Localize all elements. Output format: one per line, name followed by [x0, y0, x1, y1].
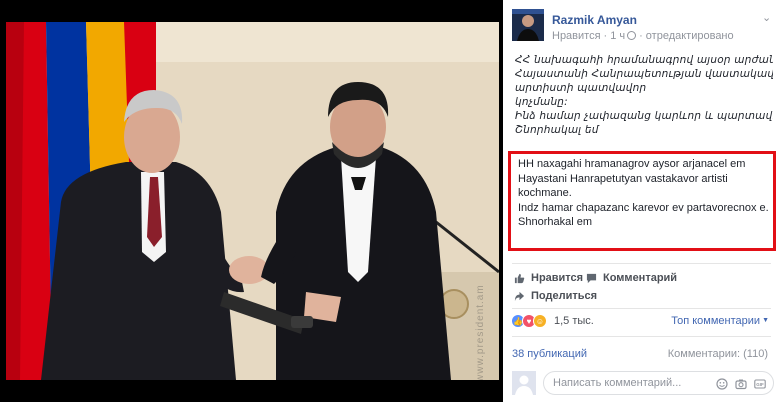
armenian-line: արտիստի պատվավոր — [515, 82, 647, 94]
armenian-line: ՀՀ նախագահի հրամանագրով այսօր արժանացել … — [515, 54, 773, 66]
translit-line: Hayastani Hanrapetutyan vastakavor artis… — [518, 172, 728, 185]
default-avatar-icon — [512, 371, 536, 395]
like-button[interactable]: Нравится — [514, 272, 583, 284]
armenian-line: կոչմանը: — [515, 96, 568, 108]
post-text-transliteration: HH naxagahi hramanagrov aysor arjanacel … — [518, 157, 774, 230]
photo-watermark: www.president.am — [475, 284, 486, 380]
avatar-image — [512, 9, 544, 41]
share-label: Поделиться — [531, 290, 598, 302]
armenian-line: Շնորհակալ եմ — [515, 124, 599, 136]
publications-link[interactable]: 38 публикаций — [512, 348, 587, 360]
translit-line: Indz hamar chapazanc karevor ev partavor… — [518, 201, 769, 214]
photo-viewer: www.president.am — [0, 0, 503, 402]
armenian-line: Հայաստանի Հանրապետության վաստակավոր — [515, 68, 773, 80]
post-meta: Нравится · 1 ч · отредактировано — [552, 30, 734, 42]
author-name[interactable]: Razmik Amyan — [552, 13, 637, 27]
post-photo[interactable]: www.president.am — [6, 22, 499, 380]
photo-illustration — [6, 22, 499, 380]
globe-icon — [627, 31, 637, 40]
reaction-count[interactable]: 1,5 тыс. — [554, 315, 594, 327]
translit-line: Shnorhakal em — [518, 216, 592, 228]
gif-icon[interactable]: GIF — [754, 377, 766, 389]
user-avatar[interactable] — [512, 371, 536, 395]
comment-icon — [586, 273, 597, 283]
armenian-line: Ինձ համար չափազանց կարևոր և պարտավորեցնո… — [515, 110, 773, 122]
translit-line: kochmane. — [518, 187, 572, 199]
divider — [512, 336, 771, 337]
thumbs-up-icon — [514, 273, 525, 283]
comments-count: Комментарии: (110) — [667, 348, 768, 360]
comment-composer: GIF — [512, 371, 774, 395]
post-time[interactable]: 1 ч — [610, 30, 625, 42]
author-avatar[interactable] — [512, 9, 544, 41]
emoji-icon[interactable] — [716, 377, 728, 390]
comment-button[interactable]: Комментарий — [586, 272, 677, 284]
highlight-box: HH naxagahi hramanagrov aysor arjanacel … — [508, 151, 776, 251]
comment-sort-dropdown[interactable]: Топ комментарии ▼ — [671, 315, 769, 327]
reactions-summary[interactable]: 👍 ♥ ☺ 1,5 тыс. — [511, 313, 594, 329]
share-button[interactable]: Поделиться — [514, 290, 597, 302]
post-panel: Razmik Amyan Нравится · 1 ч · отредактирован… — [503, 0, 780, 402]
like-label: Нравится — [531, 272, 584, 284]
translit-line: HH naxagahi hramanagrov aysor arjanacel … — [518, 158, 746, 170]
comment-label: Комментарий — [603, 272, 678, 284]
caret-down-icon: ▼ — [762, 317, 769, 324]
post-text-armenian: ՀՀ նախագահի հրամանագրով այսօր արժանացել … — [515, 53, 773, 137]
divider — [512, 308, 771, 309]
edited-label[interactable]: отредактировано — [646, 30, 734, 42]
haha-icon: ☺ — [533, 314, 547, 328]
camera-icon[interactable] — [735, 377, 747, 390]
like-page-link[interactable]: Нравится — [552, 30, 601, 42]
divider — [512, 263, 771, 264]
share-icon — [514, 291, 525, 301]
comment-sort-label: Топ комментарии — [671, 315, 761, 327]
post-header: Razmik Amyan Нравится · 1 ч · отредактирован… — [512, 9, 774, 45]
composer-icons: GIF — [716, 377, 766, 390]
svg-text:GIF: GIF — [756, 382, 764, 387]
post-menu-chevron-icon[interactable]: ⌄ — [762, 13, 772, 24]
